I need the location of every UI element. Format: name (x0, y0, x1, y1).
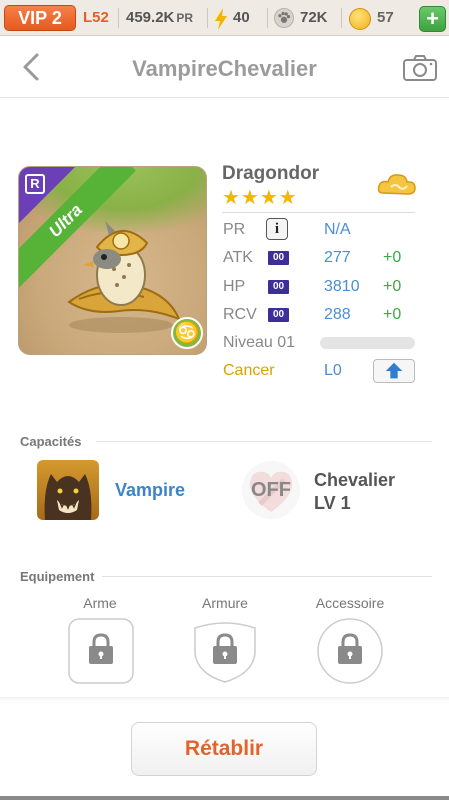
player-level: L52 (83, 9, 109, 26)
level-progress-bar (320, 337, 415, 349)
paw-icon (274, 8, 294, 28)
hp-label: HP (223, 278, 246, 295)
rcv-value: 288 (324, 306, 351, 323)
power-value: 459.2K (126, 9, 175, 26)
rcv-tag: 00 (268, 308, 289, 322)
atk-label: ATK (223, 249, 253, 266)
zodiac-cancer-icon: ♋ (171, 317, 203, 349)
upgrade-sign-button[interactable] (373, 359, 415, 383)
hp-value: 3810 (324, 278, 360, 295)
up-arrow-icon (385, 362, 403, 379)
pets-count: 72K (300, 9, 328, 26)
element-cloud-icon (377, 174, 416, 195)
divider (222, 212, 415, 213)
home-indicator (0, 796, 449, 800)
divider (118, 8, 119, 28)
monster-name: Dragondor (222, 163, 320, 184)
equipment-heading: Equipement (20, 569, 95, 584)
lock-icon (213, 633, 237, 664)
top-bar: VampireChevalier (0, 36, 449, 98)
zodiac-sign: Cancer (223, 362, 275, 379)
ability-chevalier-name: Chevalier (314, 470, 396, 490)
ability-chevalier[interactable]: Chevalier LV 1 (314, 469, 395, 515)
divider (341, 8, 342, 28)
slot-label-arme: Arme (83, 595, 117, 611)
add-currency-button[interactable]: + (419, 6, 446, 32)
ability-chevalier-level: LV 1 (314, 493, 351, 513)
chevalier-ability-icon[interactable]: OFF (240, 460, 302, 520)
player-power: 459.2K PR (126, 6, 193, 30)
vip-badge[interactable]: VIP 2 (4, 5, 76, 31)
coin-count: 57 (377, 9, 394, 26)
coin-icon (349, 8, 371, 30)
divider (96, 441, 432, 442)
atk-value: 277 (324, 249, 351, 266)
divider (207, 8, 208, 28)
weapon-slot[interactable] (68, 618, 134, 684)
ability-off-label: OFF (251, 479, 291, 501)
energy-icon (215, 8, 227, 30)
sign-level: L0 (324, 362, 342, 379)
divider (102, 576, 432, 577)
armor-slot[interactable] (192, 618, 258, 684)
reset-button[interactable]: Rétablir (131, 722, 317, 776)
vampire-ability-icon[interactable] (37, 460, 99, 520)
page-title: VampireChevalier (132, 56, 317, 81)
rcv-label: RCV (223, 306, 257, 323)
hp-bonus: +0 (383, 278, 402, 295)
atk-bonus: +0 (383, 249, 402, 266)
divider (0, 697, 449, 701)
level-label: Niveau 01 (223, 334, 296, 351)
pr-label: PR (223, 221, 246, 238)
energy-count: 40 (233, 9, 250, 26)
atk-tag: 00 (268, 251, 289, 265)
divider (267, 8, 268, 28)
info-icon[interactable]: i (266, 218, 288, 240)
ability-vampire[interactable]: Vampire (115, 480, 185, 501)
power-unit: PR (176, 11, 194, 25)
rank-badge: R (25, 174, 45, 194)
slot-label-accessoire: Accessoire (315, 595, 385, 611)
accessory-slot[interactable] (317, 618, 383, 684)
slot-label-armure: Armure (202, 595, 248, 611)
hp-tag: 00 (268, 280, 289, 294)
camera-icon[interactable] (402, 54, 438, 82)
monster-detail-screen: VIP 2 L52 459.2K PR 40 72K 57 + VampireCh… (0, 0, 449, 800)
star-rating: ★★★★ (222, 187, 298, 209)
abilities-heading: Capacités (20, 434, 82, 449)
lock-icon (89, 633, 113, 664)
status-bar: VIP 2 L52 459.2K PR 40 72K 57 + (0, 0, 449, 36)
rcv-bonus: +0 (383, 306, 402, 323)
monster-card[interactable]: R Ultra ♋ (18, 166, 207, 355)
pr-value: N/A (324, 221, 351, 238)
lock-icon (338, 633, 362, 664)
